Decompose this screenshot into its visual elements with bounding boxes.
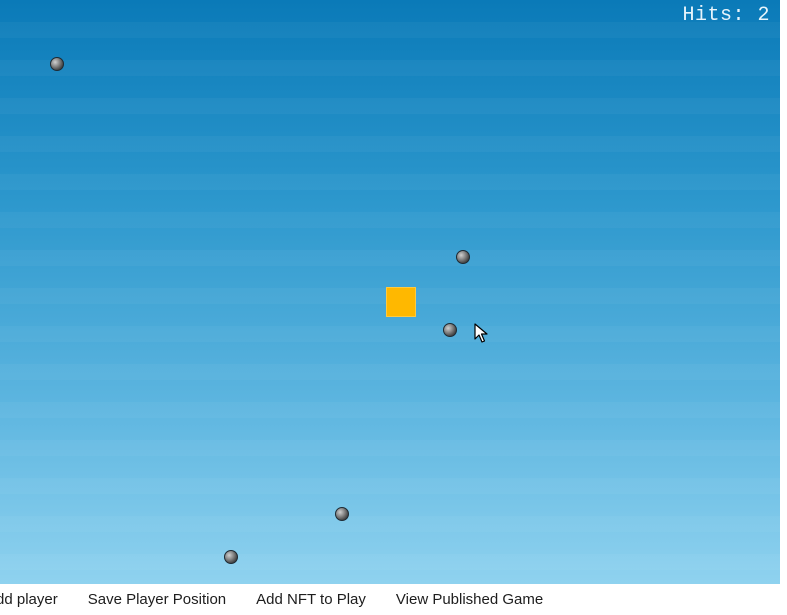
add-player-button[interactable]: Add player [0, 591, 58, 608]
asteroid [50, 57, 64, 71]
hits-counter: Hits: 2 [682, 4, 770, 27]
game-toolbar: Add player Save Player Position Add NFT … [0, 586, 543, 612]
asteroid [456, 250, 470, 264]
asteroid [335, 507, 349, 521]
arrow-pointer-icon [474, 323, 488, 343]
asteroid [224, 550, 238, 564]
game-canvas[interactable]: Hits: 2 [0, 0, 780, 584]
view-published-game-button[interactable]: View Published Game [396, 591, 543, 608]
add-nft-to-play-button[interactable]: Add NFT to Play [256, 591, 366, 608]
asteroid [443, 323, 457, 337]
save-player-position-button[interactable]: Save Player Position [88, 591, 226, 608]
player-square[interactable] [386, 287, 416, 317]
